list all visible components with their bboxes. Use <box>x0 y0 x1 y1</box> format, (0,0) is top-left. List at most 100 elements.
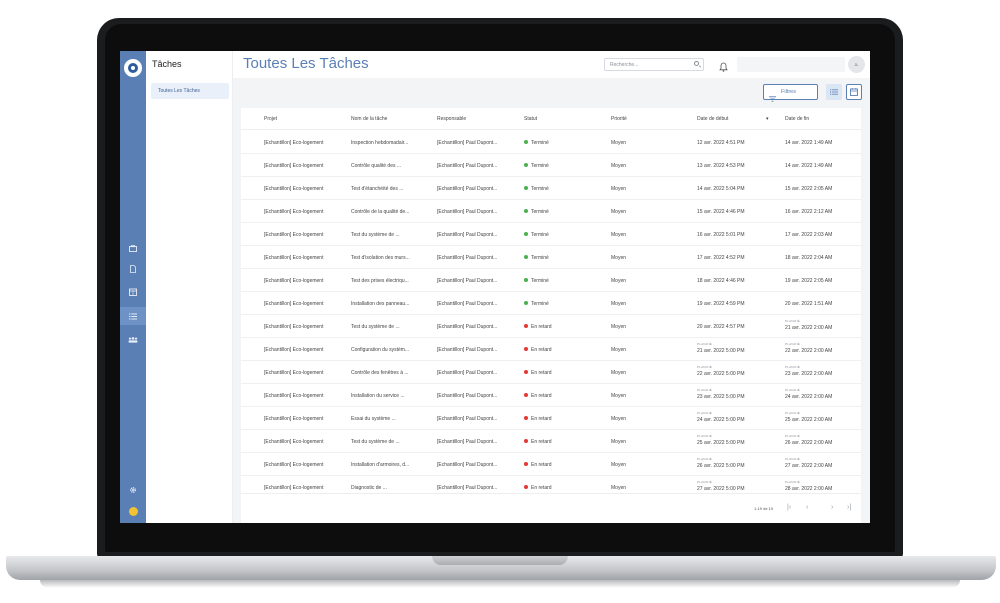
cell-owner: [Échantillon] Paul Dupont... <box>437 370 498 376</box>
cell-task: Inspection hebdomadair... <box>351 140 409 146</box>
table-row[interactable]: [Échantillon] Eco-logement Test du systèm… <box>241 223 861 246</box>
cell-owner: [Échantillon] Paul Dupont... <box>437 140 498 146</box>
status-label: En retard <box>531 324 552 330</box>
first-page-icon[interactable]: |‹ <box>787 504 791 511</box>
column-header-start[interactable]: Date de début <box>697 116 728 122</box>
cell-project: [Échantillon] Eco-logement <box>264 462 324 468</box>
cell-priority: Moyen <box>611 232 627 238</box>
help-icon[interactable] <box>129 507 138 516</box>
cell-status: Terminé <box>524 278 608 284</box>
prev-page-icon[interactable]: ‹ <box>806 504 808 511</box>
filter-icon <box>769 89 776 102</box>
list-icon[interactable] <box>120 307 146 325</box>
schedule-tag: PLANIFIÉ <box>697 388 712 392</box>
column-header-status[interactable]: Statut <box>524 116 537 122</box>
cell-status: En retard <box>524 462 608 468</box>
document-icon[interactable] <box>120 260 146 278</box>
next-page-icon[interactable]: › <box>831 504 833 511</box>
cell-project: [Échantillon] Eco-logement <box>264 439 324 445</box>
status-label: En retard <box>531 370 552 376</box>
cell-status: Terminé <box>524 232 608 238</box>
search-input[interactable]: Recherche... <box>604 58 704 71</box>
table-row[interactable]: [Échantillon] Eco-logement Test du systèm… <box>241 315 861 338</box>
status-label: Terminé <box>531 278 549 284</box>
cell-start-date: 22 avr. 2022 5:00 PM <box>697 371 745 377</box>
cell-status: Terminé <box>524 209 608 215</box>
status-dot-icon <box>524 255 528 259</box>
cell-owner: [Échantillon] Paul Dupont... <box>437 186 498 192</box>
cell-owner: [Échantillon] Paul Dupont... <box>437 324 498 330</box>
cell-start-date: 23 avr. 2022 5:00 PM <box>697 394 745 400</box>
status-label: En retard <box>531 439 552 445</box>
table-row[interactable]: [Échantillon] Eco-logement Contrôle des f… <box>241 361 861 384</box>
table-row[interactable]: [Échantillon] Eco-logement Installation d… <box>241 453 861 476</box>
last-page-icon[interactable]: ›| <box>847 504 851 511</box>
cell-project: [Échantillon] Eco-logement <box>264 209 324 215</box>
column-header-end[interactable]: Date de fin <box>785 116 809 122</box>
cell-start-date: 12 avr. 2022 4:51 PM <box>697 140 745 146</box>
cell-project: [Échantillon] Eco-logement <box>264 232 324 238</box>
cell-project: [Échantillon] Eco-logement <box>264 347 324 353</box>
sort-desc-icon[interactable]: ▾ <box>766 116 769 122</box>
cell-end-date: 18 avr. 2022 2:04 AM <box>785 255 833 261</box>
bell-icon[interactable] <box>719 59 728 72</box>
column-header-owner[interactable]: Responsable <box>437 116 466 122</box>
status-label: Terminé <box>531 209 549 215</box>
status-dot-icon <box>524 393 528 397</box>
status-label: En retard <box>531 485 552 491</box>
cell-status: En retard <box>524 416 608 422</box>
table-row[interactable]: [Échantillon] Eco-logement Configuration … <box>241 338 861 361</box>
app-logo[interactable] <box>124 59 142 77</box>
table-row[interactable]: [Échantillon] Eco-logement Installation d… <box>241 292 861 315</box>
cell-task: Installation des panneau... <box>351 301 410 307</box>
column-header-priority[interactable]: Priorité <box>611 116 627 122</box>
avatar[interactable]: JL <box>848 56 865 73</box>
list-view-icon <box>830 89 838 95</box>
cell-priority: Moyen <box>611 462 627 468</box>
cell-project: [Échantillon] Eco-logement <box>264 163 324 169</box>
cell-start-date: 24 avr. 2022 5:00 PM <box>697 417 745 423</box>
cell-end-date: 17 avr. 2022 2:03 AM <box>785 232 833 238</box>
calendar-view-toggle[interactable] <box>846 84 862 100</box>
status-dot-icon <box>524 232 528 236</box>
status-label: Terminé <box>531 163 549 169</box>
status-dot-icon <box>524 347 528 351</box>
cell-end-date: 21 avr. 2022 2:00 AM <box>785 325 833 331</box>
cell-priority: Moyen <box>611 255 627 261</box>
status-label: En retard <box>531 347 552 353</box>
nav-item-all-tasks[interactable]: Toutes Les Tâches <box>151 83 229 99</box>
cell-task: Test du système de ... <box>351 324 400 330</box>
schedule-tag: PLANIFIÉ <box>785 411 800 415</box>
cell-owner: [Échantillon] Paul Dupont... <box>437 485 498 491</box>
table-row[interactable]: [Échantillon] Eco-logement Diagnostic de … <box>241 476 861 493</box>
table-row[interactable]: [Échantillon] Eco-logement Contrôle de la… <box>241 200 861 223</box>
cell-owner: [Échantillon] Paul Dupont... <box>437 416 498 422</box>
table-row[interactable]: [Échantillon] Eco-logement Test d'isolati… <box>241 246 861 269</box>
table-row[interactable]: [Échantillon] Eco-logement Installation d… <box>241 384 861 407</box>
table-row[interactable]: [Échantillon] Eco-logement Test des prise… <box>241 269 861 292</box>
cell-project: [Échantillon] Eco-logement <box>264 393 324 399</box>
table-row[interactable]: [Échantillon] Eco-logement Contrôle quali… <box>241 154 861 177</box>
cell-priority: Moyen <box>611 416 627 422</box>
cell-end-date: 26 avr. 2022 2:00 AM <box>785 440 833 446</box>
pagination-range: 1-19 de 19 <box>754 506 774 511</box>
cell-priority: Moyen <box>611 209 627 215</box>
table-row[interactable]: [Échantillon] Eco-logement Test du systèm… <box>241 430 861 453</box>
cell-project: [Échantillon] Eco-logement <box>264 186 324 192</box>
team-icon[interactable] <box>120 331 146 349</box>
cell-task: Test d'isolation des murs... <box>351 255 410 261</box>
column-header-project[interactable]: Projet <box>264 116 277 122</box>
settings-icon[interactable] <box>120 481 146 499</box>
table-header: Projet Nom de la tâche Responsable Statu… <box>241 108 861 130</box>
column-header-task[interactable]: Nom de la tâche <box>351 116 387 122</box>
table-row[interactable]: [Échantillon] Eco-logement Inspection heb… <box>241 131 861 154</box>
table-row[interactable]: [Échantillon] Eco-logement Test d'étanché… <box>241 177 861 200</box>
list-view-toggle[interactable] <box>826 84 842 100</box>
search-icon[interactable] <box>694 61 699 66</box>
table-body: [Échantillon] Eco-logement Inspection heb… <box>241 131 861 493</box>
calendar-icon[interactable] <box>120 283 146 301</box>
briefcase-icon[interactable] <box>120 239 146 257</box>
table-row[interactable]: [Échantillon] Eco-logement Essai du systè… <box>241 407 861 430</box>
schedule-tag: PLANIFIÉ <box>785 319 800 323</box>
cell-task: Test des prises électriqu... <box>351 278 409 284</box>
